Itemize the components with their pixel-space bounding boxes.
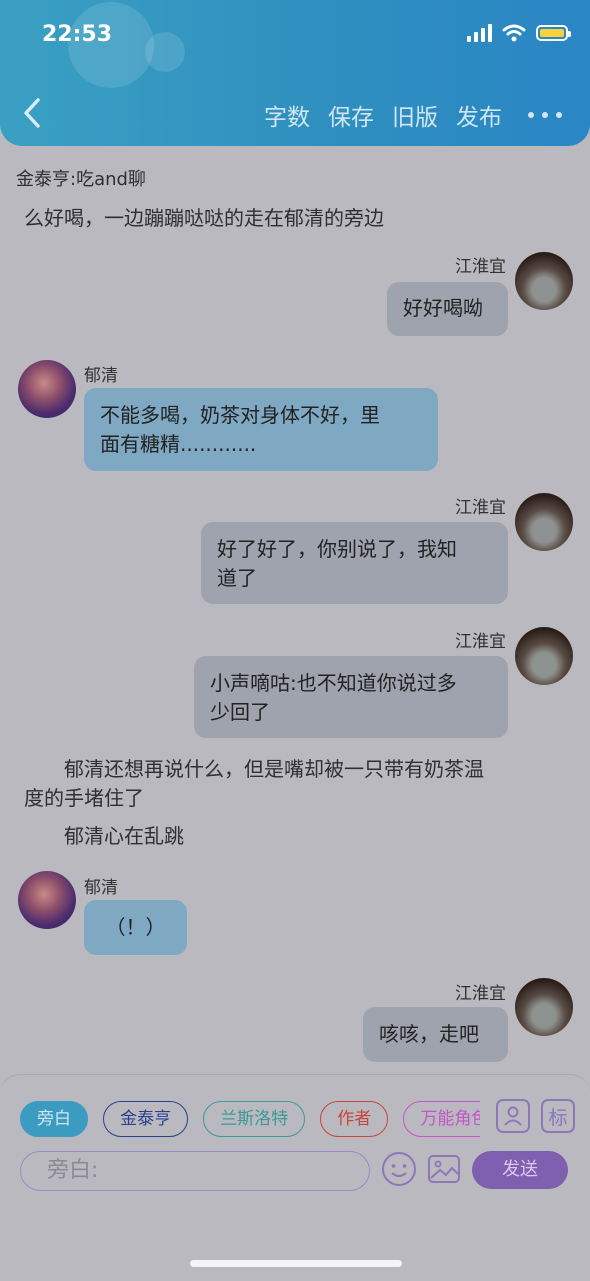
message-text: （！） — [105, 915, 166, 939]
status-time: 22:53 — [42, 22, 113, 47]
avatar-jianghuaiyi[interactable] — [515, 493, 573, 551]
image-icon[interactable] — [426, 1151, 462, 1187]
message-text: 好了好了，你别说了，我知 — [217, 537, 457, 561]
narration-text: 么好喝，一边蹦蹦哒哒的走在郁清的旁边 — [24, 206, 384, 230]
home-indicator[interactable] — [190, 1260, 402, 1267]
message-bubble: 好好喝呦 — [387, 282, 508, 336]
avatar-jianghuaiyi[interactable] — [515, 252, 573, 310]
message-text: 不能多喝，奶茶对身体不好，里 — [100, 403, 380, 427]
publish-button[interactable]: 发布 — [456, 98, 502, 132]
sender-name: 郁清 — [84, 366, 118, 386]
role-chip-jintaiheng[interactable]: 金泰亨 — [103, 1101, 189, 1137]
message-bubble: 好了好了，你别说了，我知 道了 — [201, 522, 508, 604]
send-button[interactable]: 发送 — [472, 1151, 568, 1189]
word-count-button[interactable]: 字数 — [264, 98, 310, 132]
signal-icon — [467, 24, 492, 42]
character-icon[interactable] — [496, 1099, 530, 1133]
sender-name: 江淮宜 — [455, 632, 506, 652]
more-options-icon[interactable] — [528, 103, 562, 127]
role-chip-universal[interactable]: 万能角色 — [403, 1101, 480, 1137]
status-icons — [467, 24, 571, 42]
role-chip-author[interactable]: 作者 — [320, 1101, 389, 1137]
speaker-line: 金泰亨:吃and聊 — [16, 169, 146, 190]
message-text: 好好喝呦 — [403, 296, 483, 320]
back-arrow-icon[interactable] — [20, 96, 44, 130]
message-bubble: 不能多喝，奶茶对身体不好，里 面有糖精............ — [84, 388, 438, 471]
role-chip-lancelot[interactable]: 兰斯洛特 — [203, 1101, 306, 1137]
avatar-yuqing[interactable] — [18, 871, 76, 929]
sender-name: 江淮宜 — [455, 498, 506, 518]
battery-icon — [536, 25, 571, 41]
message-text: 道了 — [217, 566, 257, 590]
tag-button[interactable]: 标 — [541, 1099, 575, 1133]
message-bubble: 小声嘀咕:也不知道你说过多 少回了 — [194, 656, 508, 738]
sender-name: 江淮宜 — [455, 257, 506, 277]
role-chip-narrator[interactable]: 旁白 — [20, 1101, 88, 1137]
header-toolbar: 字数 保存 旧版 发布 — [264, 98, 562, 132]
wifi-icon — [502, 24, 526, 42]
narration-line: 度的手堵住了 — [24, 786, 144, 810]
save-button[interactable]: 保存 — [328, 98, 374, 132]
input-panel: 旁白 金泰亨 兰斯洛特 作者 万能角色 标 旁白: 发送 — [0, 1074, 590, 1281]
old-version-button[interactable]: 旧版 — [392, 98, 438, 132]
message-bubble: （！） — [84, 900, 187, 955]
avatar-jianghuaiyi[interactable] — [515, 978, 573, 1036]
sender-name: 郁清 — [84, 878, 118, 898]
narration-text: 郁清还想再说什么，但是嘴却被一只带有奶茶温 度的手堵住了 — [24, 755, 484, 813]
message-text: 面有糖精............ — [100, 432, 257, 456]
decor-circle-small — [145, 32, 185, 72]
top-header: 22:53 字数 保存 旧版 发布 — [0, 0, 590, 146]
avatar-yuqing[interactable] — [18, 360, 76, 418]
narration-line: 郁清还想再说什么，但是嘴却被一只带有奶茶温 — [64, 757, 484, 781]
avatar-jianghuaiyi[interactable] — [515, 627, 573, 685]
sender-name: 江淮宜 — [455, 984, 506, 1004]
message-text: 少回了 — [210, 700, 270, 724]
message-bubble: 咳咳，走吧 — [363, 1007, 508, 1062]
message-text: 小声嘀咕:也不知道你说过多 — [210, 671, 457, 695]
role-chip-list: 旁白 金泰亨 兰斯洛特 作者 万能角色 — [20, 1101, 480, 1137]
message-input[interactable]: 旁白: — [20, 1151, 370, 1191]
emoji-icon[interactable] — [381, 1151, 417, 1187]
narration-text: 郁清心在乱跳 — [64, 824, 184, 848]
message-text: 咳咳，走吧 — [379, 1022, 479, 1046]
